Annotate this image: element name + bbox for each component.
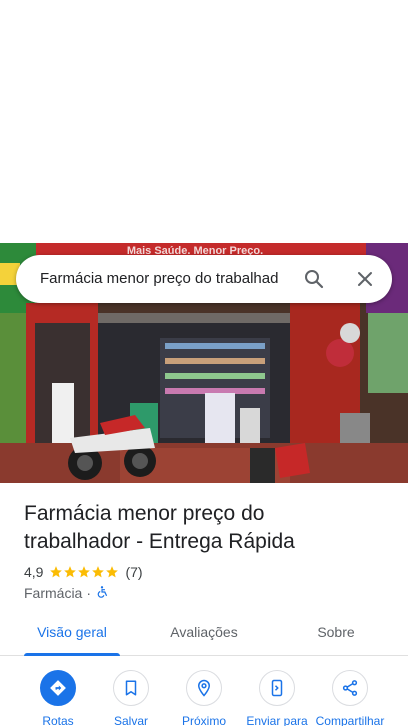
action-label: Salvar: [113, 714, 148, 726]
tab-label: Visão geral: [37, 624, 107, 640]
action-buttons: Rotas Salvar Próximo Enviar para Compart…: [0, 670, 408, 726]
action-label: Enviar para: [246, 714, 308, 726]
save-button[interactable]: Salvar: [93, 670, 169, 726]
tab-overview[interactable]: Visão geral: [24, 612, 120, 656]
tab-about[interactable]: Sobre: [288, 612, 384, 656]
star-icon: [106, 566, 119, 578]
send-to-phone-icon: [259, 670, 295, 706]
category-row: Farmácia ·: [24, 584, 109, 602]
action-label: Rotas: [42, 714, 74, 726]
wheelchair-icon: [95, 585, 109, 602]
star-icon: [64, 566, 77, 578]
nearby-button[interactable]: Próximo: [166, 670, 242, 726]
action-label: Próximo: [181, 714, 226, 726]
search-input[interactable]: [40, 255, 302, 303]
tab-reviews[interactable]: Avaliações: [156, 612, 252, 656]
active-tab-indicator: [24, 653, 120, 656]
rating-row[interactable]: 4,9 (7): [24, 563, 143, 581]
search-icon[interactable]: [302, 267, 326, 291]
nearby-icon: [186, 670, 222, 706]
tab-label: Avaliações: [170, 624, 238, 640]
bookmark-icon: [113, 670, 149, 706]
directions-icon: [40, 670, 76, 706]
share-button[interactable]: Compartilhar: [312, 670, 388, 726]
search-bar: [16, 255, 392, 303]
share-icon: [332, 670, 368, 706]
place-title: Farmácia menor preço do trabalhador - En…: [24, 502, 295, 553]
rating-value: 4,9: [24, 564, 44, 580]
close-icon[interactable]: [353, 267, 377, 291]
star-icon: [78, 566, 91, 578]
tab-label: Sobre: [317, 624, 355, 640]
send-to-phone-button[interactable]: Enviar para: [239, 670, 315, 726]
star-icon: [50, 566, 63, 578]
star-icon: [92, 566, 105, 578]
tab-bar: Visão geral Avaliações Sobre: [0, 612, 408, 656]
action-label: Compartilhar: [315, 714, 385, 726]
directions-button[interactable]: Rotas: [20, 670, 96, 726]
separator-dot: ·: [86, 585, 92, 601]
place-category: Farmácia: [24, 585, 83, 601]
review-count: (7): [125, 564, 143, 580]
rating-stars: [49, 565, 119, 579]
